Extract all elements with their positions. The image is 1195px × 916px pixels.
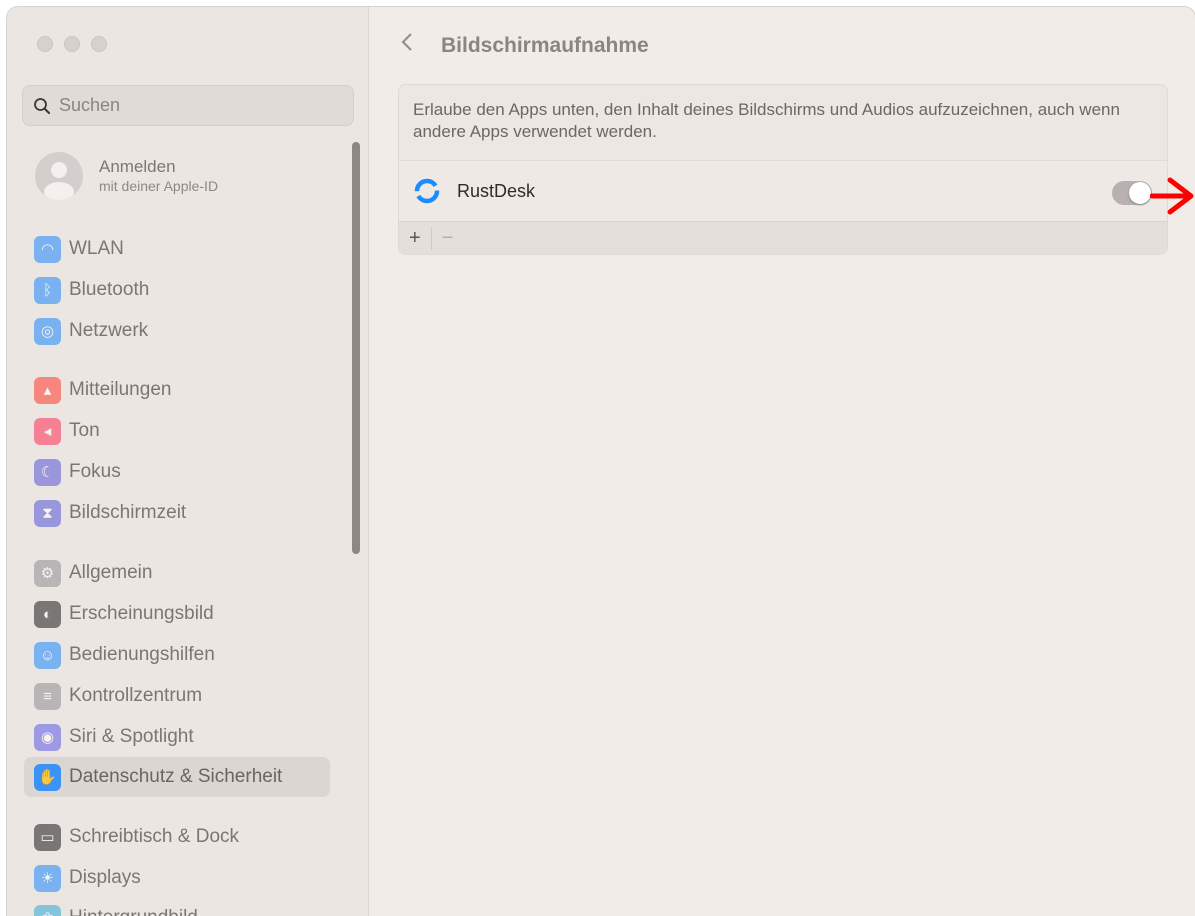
sidebar-item-label: WLAN bbox=[69, 238, 124, 260]
search-input[interactable] bbox=[57, 94, 321, 117]
sidebar-item-label: Bluetooth bbox=[69, 279, 149, 301]
bell-icon: ▴ bbox=[34, 377, 61, 404]
apple-id-account[interactable]: Anmelden mit deiner Apple-ID bbox=[35, 152, 218, 200]
sidebar-item-label: Schreibtisch & Dock bbox=[69, 826, 239, 848]
sidebar-item-displays[interactable]: ☀ Displays bbox=[24, 858, 330, 898]
sidebar-item-netzwerk[interactable]: ◎ Netzwerk bbox=[24, 311, 330, 351]
red-arrow-annotation-icon bbox=[1150, 176, 1195, 216]
sidebar-item-label: Bedienungshilfen bbox=[69, 644, 215, 666]
sidebar-item-schreibtisch-dock[interactable]: ▭ Schreibtisch & Dock bbox=[24, 817, 330, 857]
zoom-window-button[interactable] bbox=[91, 36, 107, 52]
sidebar-item-bedienungshilfen[interactable]: ☺ Bedienungshilfen bbox=[24, 635, 330, 675]
sidebar-item-datenschutz-sicherheit[interactable]: ✋ Datenschutz & Sicherheit bbox=[24, 757, 330, 797]
sidebar-scrollbar[interactable] bbox=[352, 142, 360, 554]
globe-icon: ◎ bbox=[34, 318, 61, 345]
bluetooth-icon: ᛒ bbox=[34, 277, 61, 304]
person-icon bbox=[35, 152, 83, 200]
settings-window: Anmelden mit deiner Apple-ID ◠ WLAN ᛒ Bluet… bbox=[6, 6, 1195, 916]
sidebar-item-label: Kontrollzentrum bbox=[69, 685, 202, 707]
remove-app-button[interactable]: − bbox=[431, 227, 464, 250]
sidebar-item-label: Displays bbox=[69, 867, 141, 889]
flower-icon: ❀ bbox=[34, 905, 61, 916]
search-icon bbox=[33, 97, 51, 115]
app-name: RustDesk bbox=[457, 181, 535, 202]
account-name: Anmelden bbox=[99, 157, 218, 177]
close-window-button[interactable] bbox=[37, 36, 53, 52]
search-field[interactable] bbox=[22, 85, 354, 126]
moon-icon: ☾ bbox=[34, 459, 61, 486]
siri-icon: ◉ bbox=[34, 724, 61, 751]
sidebar-item-label: Mitteilungen bbox=[69, 379, 171, 401]
sidebar-item-label: Ton bbox=[69, 420, 100, 442]
accessibility-icon: ☺ bbox=[34, 642, 61, 669]
sidebar-item-label: Datenschutz & Sicherheit bbox=[69, 766, 282, 788]
sidebar-item-label: Erscheinungsbild bbox=[69, 603, 214, 625]
sidebar-item-hintergrundbild[interactable]: ❀Hintergrundbild bbox=[24, 898, 330, 916]
list-toolbar: + − bbox=[399, 221, 1167, 255]
account-subtitle: mit deiner Apple-ID bbox=[99, 177, 218, 195]
sidebar-item-bluetooth[interactable]: ᛒ Bluetooth bbox=[24, 270, 330, 310]
sidebar-item-wlan[interactable]: ◠ WLAN bbox=[24, 229, 330, 269]
appearance-icon: ◐ bbox=[34, 601, 61, 628]
sidebar-item-label: Bildschirmzeit bbox=[69, 502, 186, 524]
sidebar-item-allgemein[interactable]: ⚙ Allgemein bbox=[24, 553, 330, 593]
sidebar-item-bildschirmzeit[interactable]: ⧗ Bildschirmzeit bbox=[24, 493, 330, 533]
page-header: Bildschirmaufnahme bbox=[399, 31, 649, 60]
chevron-left-icon[interactable] bbox=[399, 31, 423, 60]
hourglass-icon: ⧗ bbox=[34, 500, 61, 527]
page-title: Bildschirmaufnahme bbox=[441, 34, 649, 58]
hand-icon: ✋ bbox=[34, 764, 61, 791]
avatar bbox=[35, 152, 83, 200]
toggles-icon: ≡ bbox=[34, 683, 61, 710]
sun-icon: ☀ bbox=[34, 865, 61, 892]
sidebar-item-kontrollzentrum[interactable]: ≡ Kontrollzentrum bbox=[24, 676, 330, 716]
dock-icon: ▭ bbox=[34, 824, 61, 851]
screen-recording-panel: Erlaube den Apps unten, den Inhalt deine… bbox=[398, 84, 1168, 255]
permission-description: Erlaube den Apps unten, den Inhalt deine… bbox=[399, 85, 1167, 160]
sidebar-item-ton[interactable]: ◂ Ton bbox=[24, 411, 330, 451]
main-content: Bildschirmaufnahme Erlaube den Apps unte… bbox=[369, 7, 1195, 916]
sidebar-item-label: Allgemein bbox=[69, 562, 152, 584]
minimize-window-button[interactable] bbox=[64, 36, 80, 52]
window-controls bbox=[37, 36, 107, 52]
speaker-icon: ◂ bbox=[34, 418, 61, 445]
sidebar-item-erscheinungsbild[interactable]: ◐ Erscheinungsbild bbox=[24, 594, 330, 634]
rustdesk-icon bbox=[413, 177, 441, 205]
sidebar-item-label: Netzwerk bbox=[69, 320, 148, 342]
app-row-rustdesk[interactable]: RustDesk bbox=[399, 160, 1167, 221]
sidebar: Anmelden mit deiner Apple-ID ◠ WLAN ᛒ Bluet… bbox=[7, 7, 369, 916]
sidebar-item-mitteilungen[interactable]: ▴ Mitteilungen bbox=[24, 370, 330, 410]
rustdesk-permission-toggle[interactable] bbox=[1112, 181, 1152, 205]
sidebar-item-label: Fokus bbox=[69, 461, 121, 483]
gear-icon: ⚙ bbox=[34, 560, 61, 587]
sidebar-item-label: Siri & Spotlight bbox=[69, 726, 194, 748]
sidebar-item-fokus[interactable]: ☾ Fokus bbox=[24, 452, 330, 492]
add-app-button[interactable]: + bbox=[399, 227, 431, 250]
wifi-icon: ◠ bbox=[34, 236, 61, 263]
sidebar-item-siri-spotlight[interactable]: ◉ Siri & Spotlight bbox=[24, 717, 330, 757]
toggle-knob bbox=[1129, 182, 1151, 204]
